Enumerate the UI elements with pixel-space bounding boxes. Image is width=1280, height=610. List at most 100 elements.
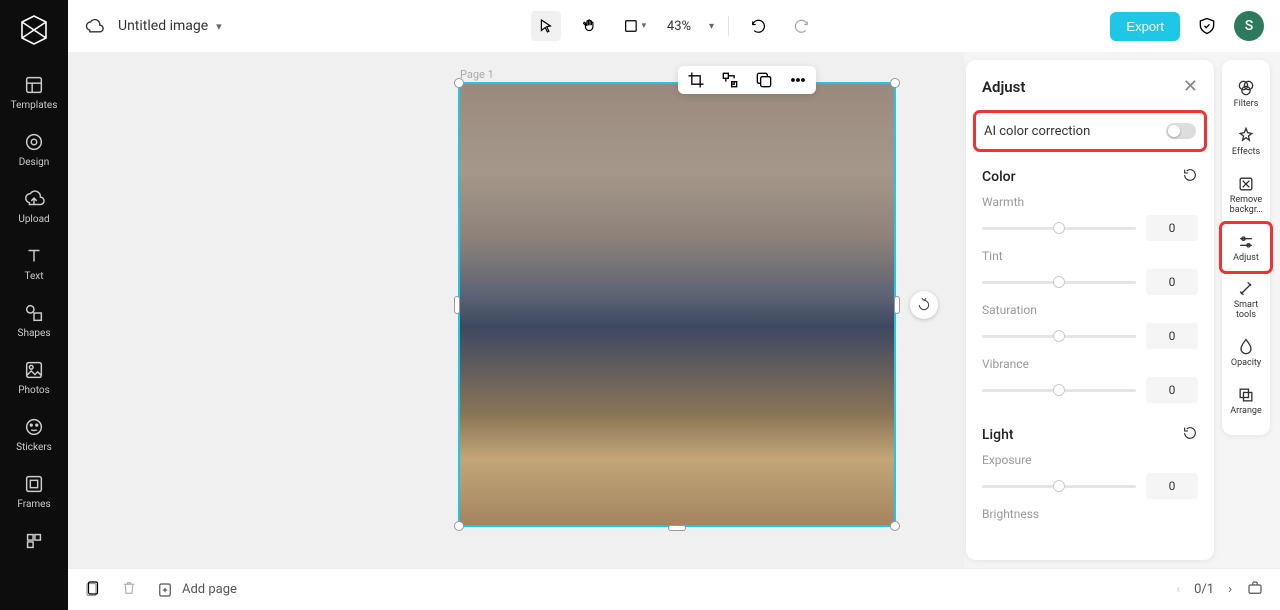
sidebar-item-design[interactable]: Design bbox=[0, 121, 68, 178]
shield-icon[interactable] bbox=[1192, 11, 1222, 41]
next-page-button[interactable]: › bbox=[1228, 582, 1232, 597]
bottom-left: Add page bbox=[84, 579, 237, 601]
slider-label: Exposure bbox=[982, 453, 1198, 467]
reset-icon[interactable] bbox=[1182, 425, 1198, 445]
redo-button[interactable] bbox=[787, 11, 817, 41]
resize-handle-tr[interactable] bbox=[890, 78, 900, 88]
rail-item-arrange[interactable]: Arrange bbox=[1222, 377, 1270, 425]
warmth-value[interactable]: 0 bbox=[1146, 215, 1198, 241]
color-section-header: Color bbox=[966, 161, 1214, 193]
pages-icon[interactable] bbox=[84, 579, 102, 601]
sidebar-item-label: Templates bbox=[11, 100, 58, 111]
reset-icon[interactable] bbox=[1182, 167, 1198, 187]
warmth-slider-row: Warmth 0 bbox=[966, 193, 1214, 247]
hand-tool-button[interactable] bbox=[575, 11, 605, 41]
resize-handle-br[interactable] bbox=[890, 521, 900, 531]
more-icon[interactable] bbox=[788, 70, 808, 90]
sidebar-item-more[interactable] bbox=[0, 520, 68, 562]
canvas-size-button[interactable]: ▾ bbox=[619, 11, 649, 41]
cloud-sync-icon[interactable] bbox=[84, 16, 104, 36]
rail-item-label: Remove backgr… bbox=[1224, 196, 1268, 216]
rail-item-opacity[interactable]: Opacity bbox=[1222, 329, 1270, 377]
warmth-slider[interactable] bbox=[982, 227, 1136, 230]
sidebar-item-label: Photos bbox=[18, 385, 50, 396]
resize-handle-tl[interactable] bbox=[454, 78, 464, 88]
slider-label: Tint bbox=[982, 249, 1198, 263]
rail-item-smart-tools[interactable]: Smart tools bbox=[1222, 271, 1270, 329]
sidebar-item-label: Design bbox=[19, 157, 50, 168]
top-header: Untitled image ▾ ▾ 43% ▾ Export S bbox=[68, 0, 1280, 52]
divider bbox=[728, 16, 729, 36]
resize-handle-mr[interactable] bbox=[894, 296, 900, 314]
tint-value[interactable]: 0 bbox=[1146, 269, 1198, 295]
vibrance-slider-row: Vibrance 0 bbox=[966, 355, 1214, 409]
document-title-text: Untitled image bbox=[118, 18, 208, 34]
canvas-area: Page 1 bbox=[68, 52, 964, 568]
vibrance-slider[interactable] bbox=[982, 389, 1136, 392]
rail-item-label: Adjust bbox=[1233, 254, 1259, 264]
saturation-slider[interactable] bbox=[982, 335, 1136, 338]
rail-item-label: Smart tools bbox=[1224, 301, 1268, 321]
ai-color-correction-row: AI color correction bbox=[976, 113, 1204, 149]
duplicate-icon[interactable] bbox=[754, 70, 774, 90]
section-title: Light bbox=[982, 427, 1014, 443]
sidebar-item-stickers[interactable]: Stickers bbox=[0, 406, 68, 463]
user-avatar[interactable]: S bbox=[1234, 11, 1264, 41]
add-page-label: Add page bbox=[182, 582, 237, 597]
undo-button[interactable] bbox=[743, 11, 773, 41]
sidebar-item-photos[interactable]: Photos bbox=[0, 349, 68, 406]
replace-icon[interactable] bbox=[720, 70, 740, 90]
adjust-panel: Adjust ✕ AI color correction Color Warmt… bbox=[966, 60, 1214, 560]
rotate-handle[interactable] bbox=[910, 291, 938, 319]
rail-item-adjust[interactable]: Adjust bbox=[1222, 224, 1270, 272]
tint-slider[interactable] bbox=[982, 281, 1136, 284]
resize-handle-mb[interactable] bbox=[668, 525, 686, 531]
floating-image-toolbar bbox=[678, 66, 816, 94]
slider-label: Saturation bbox=[982, 303, 1198, 317]
ai-color-correction-toggle[interactable] bbox=[1166, 123, 1196, 139]
light-section-header: Light bbox=[966, 419, 1214, 451]
saturation-value[interactable]: 0 bbox=[1146, 323, 1198, 349]
exposure-value[interactable]: 0 bbox=[1146, 473, 1198, 499]
slider-label: Warmth bbox=[982, 195, 1198, 209]
selected-image[interactable] bbox=[458, 82, 896, 527]
left-sidebar: Templates Design Upload Text Shapes Phot… bbox=[0, 0, 68, 610]
page-counter: 0/1 bbox=[1194, 582, 1214, 597]
rail-item-label: Filters bbox=[1234, 100, 1259, 110]
rail-item-remove-bg[interactable]: Remove backgr… bbox=[1222, 166, 1270, 224]
resize-handle-ml[interactable] bbox=[454, 296, 460, 314]
sidebar-item-shapes[interactable]: Shapes bbox=[0, 292, 68, 349]
select-tool-button[interactable] bbox=[531, 11, 561, 41]
vibrance-value[interactable]: 0 bbox=[1146, 377, 1198, 403]
sidebar-item-label: Stickers bbox=[16, 442, 52, 453]
resize-handle-bl[interactable] bbox=[454, 521, 464, 531]
chevron-down-icon[interactable]: ▾ bbox=[709, 21, 714, 32]
briefcase-icon[interactable] bbox=[1246, 579, 1264, 601]
sidebar-item-upload[interactable]: Upload bbox=[0, 178, 68, 235]
close-icon[interactable]: ✕ bbox=[1183, 76, 1198, 97]
app-logo[interactable] bbox=[16, 12, 52, 48]
chevron-down-icon: ▾ bbox=[642, 21, 647, 31]
header-left: Untitled image ▾ bbox=[84, 16, 222, 36]
sidebar-item-text[interactable]: Text bbox=[0, 235, 68, 292]
document-title[interactable]: Untitled image ▾ bbox=[118, 18, 222, 34]
panel-title: Adjust bbox=[982, 78, 1025, 96]
brightness-slider-row: Brightness bbox=[966, 505, 1214, 533]
tint-slider-row: Tint 0 bbox=[966, 247, 1214, 301]
sidebar-item-label: Frames bbox=[17, 499, 50, 510]
rail-item-filters[interactable]: Filters bbox=[1222, 70, 1270, 118]
rail-item-label: Arrange bbox=[1230, 407, 1262, 417]
right-rail: Filters Effects Remove backgr… Adjust Sm… bbox=[1222, 60, 1270, 435]
header-right: Export S bbox=[1110, 11, 1264, 41]
zoom-level[interactable]: 43% bbox=[667, 19, 691, 34]
prev-page-button[interactable]: ‹ bbox=[1176, 582, 1180, 597]
add-page-button[interactable]: Add page bbox=[156, 581, 237, 599]
export-button[interactable]: Export bbox=[1110, 12, 1180, 41]
exposure-slider[interactable] bbox=[982, 485, 1136, 488]
sidebar-item-templates[interactable]: Templates bbox=[0, 64, 68, 121]
rail-item-effects[interactable]: Effects bbox=[1222, 118, 1270, 166]
sidebar-item-frames[interactable]: Frames bbox=[0, 463, 68, 520]
panel-header: Adjust ✕ bbox=[966, 74, 1214, 109]
trash-icon[interactable] bbox=[120, 579, 138, 601]
crop-icon[interactable] bbox=[686, 70, 706, 90]
